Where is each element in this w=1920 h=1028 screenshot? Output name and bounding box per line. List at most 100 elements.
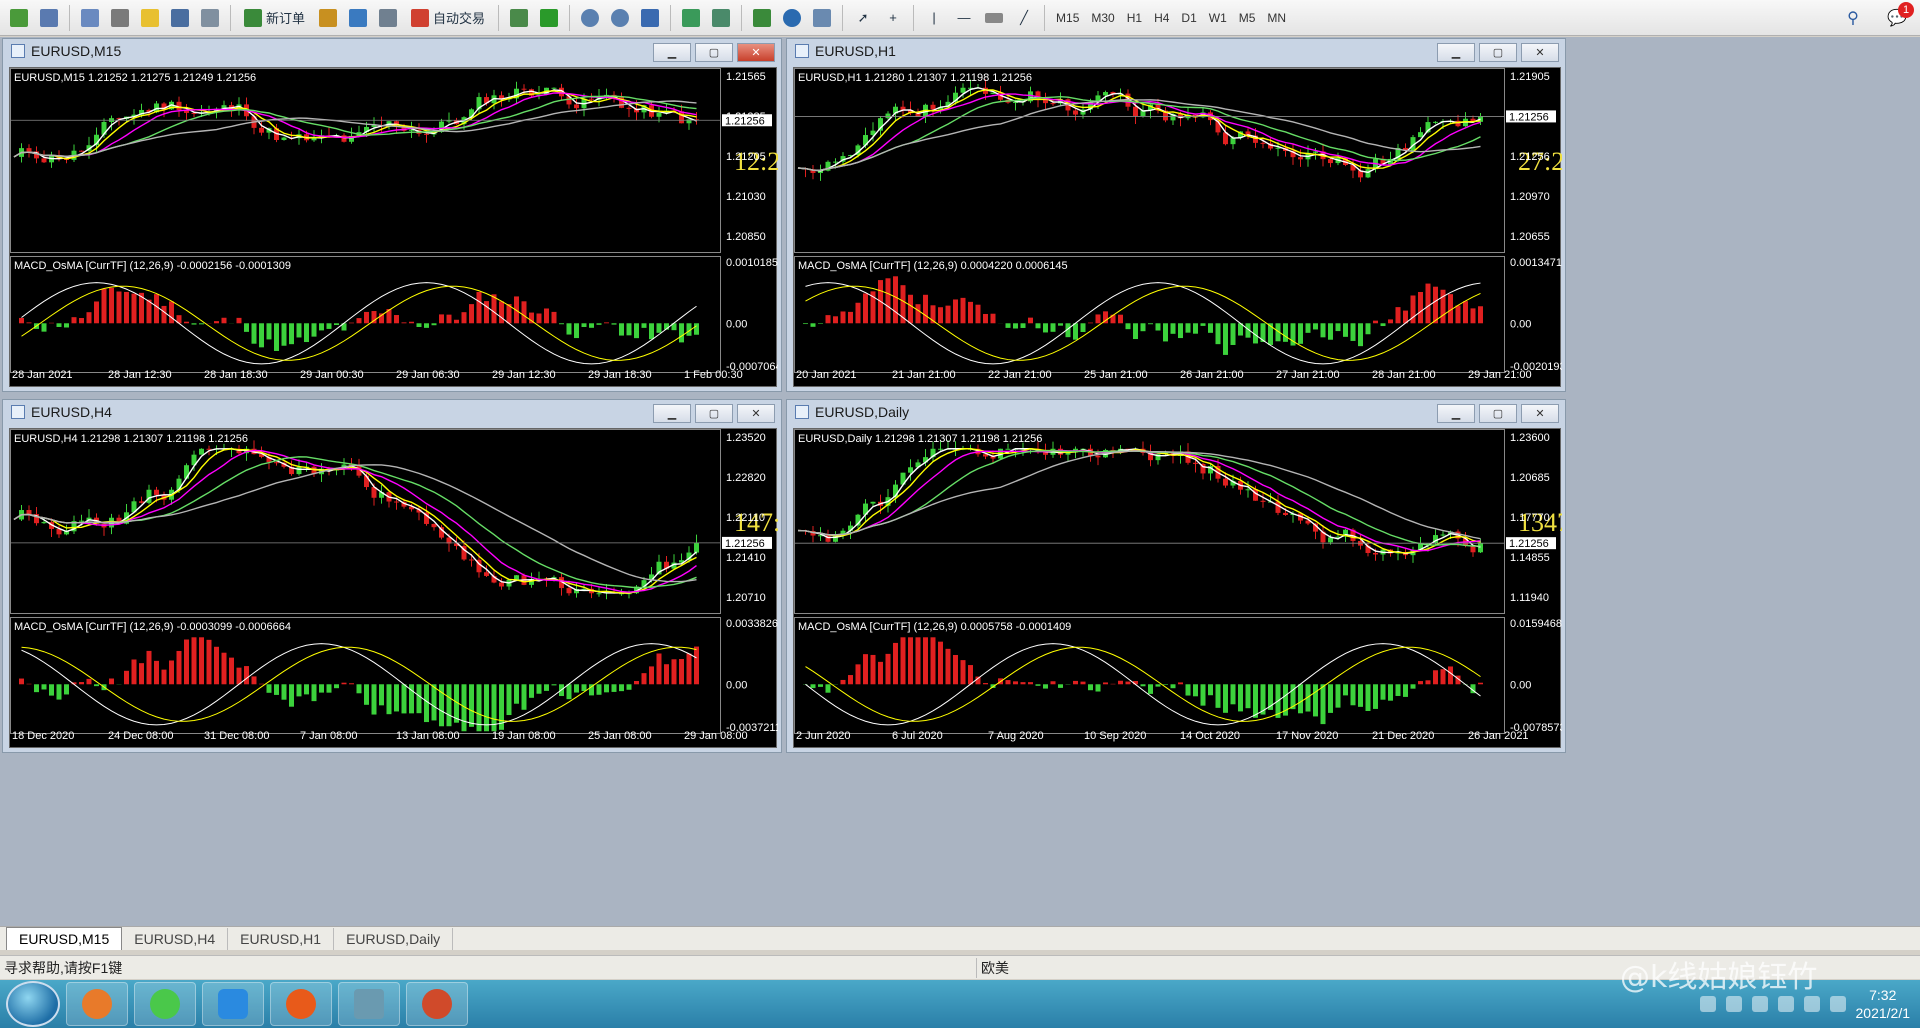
taskbar-app-firefox[interactable] [270, 982, 332, 1026]
horizontal-line-button[interactable]: — [951, 4, 977, 32]
taskbar-app-trading[interactable] [338, 982, 400, 1026]
taskbar-app-game[interactable] [406, 982, 468, 1026]
timeframe-button-mn[interactable]: MN [1261, 5, 1292, 31]
tester-button[interactable] [197, 4, 223, 32]
maximize-button[interactable]: ▢ [1479, 43, 1517, 62]
tile-windows-button[interactable] [637, 4, 663, 32]
tab-eurusd-h1[interactable]: EURUSD,H1 [228, 928, 335, 950]
minimize-button[interactable]: ▁ [1437, 404, 1475, 423]
taskbar-app-browser[interactable] [66, 982, 128, 1026]
candle-body [274, 462, 279, 464]
terminal-icon [171, 8, 189, 27]
auto-scroll-button[interactable] [678, 4, 704, 32]
timeframe-button-m15[interactable]: M15 [1050, 5, 1085, 31]
market-button[interactable] [375, 4, 401, 32]
macd-histogram-bar [1103, 682, 1108, 685]
vertical-line-button[interactable]: | [921, 4, 947, 32]
navigator-button[interactable] [107, 4, 133, 32]
clock[interactable]: 7:32 2021/2/1 [1856, 986, 1911, 1022]
time-axis-label: 22 Jan 21:00 [988, 369, 1052, 381]
macd-histogram-bar [1313, 684, 1318, 717]
tab-eurusd-daily[interactable]: EURUSD,Daily [334, 928, 454, 950]
signals-button[interactable] [345, 4, 371, 32]
indicators-button[interactable] [749, 4, 775, 32]
auto-trade-button[interactable]: 自动交易 [405, 4, 491, 32]
trendline-button[interactable]: ╱ [1011, 4, 1037, 32]
tray-icon-3[interactable] [1751, 996, 1768, 1012]
price-chart[interactable]: EURUSD,Daily 1.21298 1.21307 1.21198 1.2… [793, 428, 1562, 748]
macd-histogram-bar [56, 684, 62, 700]
cursor-button[interactable]: ➚ [850, 4, 876, 32]
timeframe-button-h4[interactable]: H4 [1148, 5, 1175, 31]
tray-icon-1[interactable] [1699, 996, 1716, 1012]
bar-chart-button[interactable] [506, 4, 532, 32]
new-order-button[interactable]: 新订单 [238, 4, 311, 32]
zoom-in-button[interactable] [577, 4, 603, 32]
macd-signal-line [21, 646, 697, 722]
tray-icon-4[interactable] [1777, 996, 1794, 1012]
market-watch-button[interactable] [77, 4, 103, 32]
templates-button[interactable] [809, 4, 835, 32]
macd-histogram-bar [1238, 684, 1243, 712]
periods-button[interactable] [779, 4, 805, 32]
tab-eurusd-m15[interactable]: EURUSD,M15 [6, 927, 123, 950]
macd-histogram-bar [818, 684, 823, 687]
timeframe-button-d1[interactable]: D1 [1175, 5, 1202, 31]
timeframe-button-w1[interactable]: W1 [1203, 5, 1233, 31]
volume-icon[interactable] [1829, 996, 1846, 1012]
price-chart[interactable]: EURUSD,H1 1.21280 1.21307 1.21198 1.2125… [793, 67, 1562, 387]
auto-scroll-icon [682, 8, 701, 27]
taskbar-app-wechat[interactable] [134, 982, 196, 1026]
metaeditor-button[interactable] [315, 4, 341, 32]
macd-histogram-bar [49, 684, 54, 696]
close-button[interactable]: ✕ [1521, 43, 1559, 62]
minimize-button[interactable]: ▁ [653, 404, 691, 423]
macd-histogram-bar [131, 293, 137, 324]
notifications-button[interactable]: 💬 1 [1884, 2, 1914, 32]
macd-histogram-bar [521, 301, 527, 324]
timeframe-button-h1[interactable]: H1 [1121, 5, 1148, 31]
new-chart-button[interactable] [6, 4, 32, 32]
macd-histogram-bar [454, 319, 459, 324]
maximize-button[interactable]: ▢ [695, 43, 733, 62]
chart-window-4[interactable]: EURUSD,Daily ▁ ▢ ✕ EURUSD,Daily 1.21298 … [786, 399, 1566, 753]
chart-shift-button[interactable] [708, 4, 734, 32]
timeframe-button-m5[interactable]: M5 [1233, 5, 1262, 31]
price-chart[interactable]: EURUSD,H4 1.21298 1.21307 1.21198 1.2125… [9, 428, 778, 748]
start-button[interactable] [6, 981, 60, 1027]
chart-window-1[interactable]: EURUSD,M15 ▁ ▢ ✕ EURUSD,M15 1.21252 1.21… [2, 38, 782, 392]
rectangle-button[interactable] [981, 4, 1007, 32]
macd-histogram-bar [244, 323, 249, 332]
timeframe-button-m30[interactable]: M30 [1085, 5, 1120, 31]
time-axis-label: 7 Jan 08:00 [300, 730, 358, 742]
terminal-button[interactable] [167, 4, 193, 32]
crosshair-button[interactable]: + [880, 4, 906, 32]
chart-window-3[interactable]: EURUSD,H4 ▁ ▢ ✕ EURUSD,H4 1.21298 1.2130… [2, 399, 782, 753]
macd-histogram-bar [259, 683, 264, 685]
taskbar-app-notes[interactable] [202, 982, 264, 1026]
price-chart[interactable]: EURUSD,M15 1.21252 1.21275 1.21249 1.212… [9, 67, 778, 387]
close-button[interactable]: ✕ [1521, 404, 1559, 423]
chart-window-2[interactable]: EURUSD,H1 ▁ ▢ ✕ EURUSD,H1 1.21280 1.2130… [786, 38, 1566, 392]
firefox-icon [286, 989, 316, 1019]
tray-icon-2[interactable] [1725, 996, 1742, 1012]
minimize-button[interactable]: ▁ [1437, 43, 1475, 62]
profiles-button[interactable] [36, 4, 62, 32]
close-button[interactable]: ✕ [737, 404, 775, 423]
minimize-button[interactable]: ▁ [653, 43, 691, 62]
candle-body [1095, 455, 1101, 458]
time-axis-label: 28 Jan 18:30 [204, 369, 268, 381]
search-button[interactable]: ⚲ [1840, 4, 1866, 32]
maximize-button[interactable]: ▢ [695, 404, 733, 423]
maximize-button[interactable]: ▢ [1479, 404, 1517, 423]
price-axis-label: 1.20685 [1510, 472, 1550, 484]
macd-histogram-bar [64, 684, 69, 695]
favorites-button[interactable] [137, 4, 163, 32]
network-icon[interactable] [1803, 996, 1820, 1012]
zoom-out-button[interactable] [607, 4, 633, 32]
candlestick-button[interactable] [536, 4, 562, 32]
macd-histogram-bar [1035, 323, 1041, 329]
candle-body [154, 489, 159, 495]
tab-eurusd-h4[interactable]: EURUSD,H4 [122, 928, 229, 950]
close-button[interactable]: ✕ [737, 43, 775, 62]
